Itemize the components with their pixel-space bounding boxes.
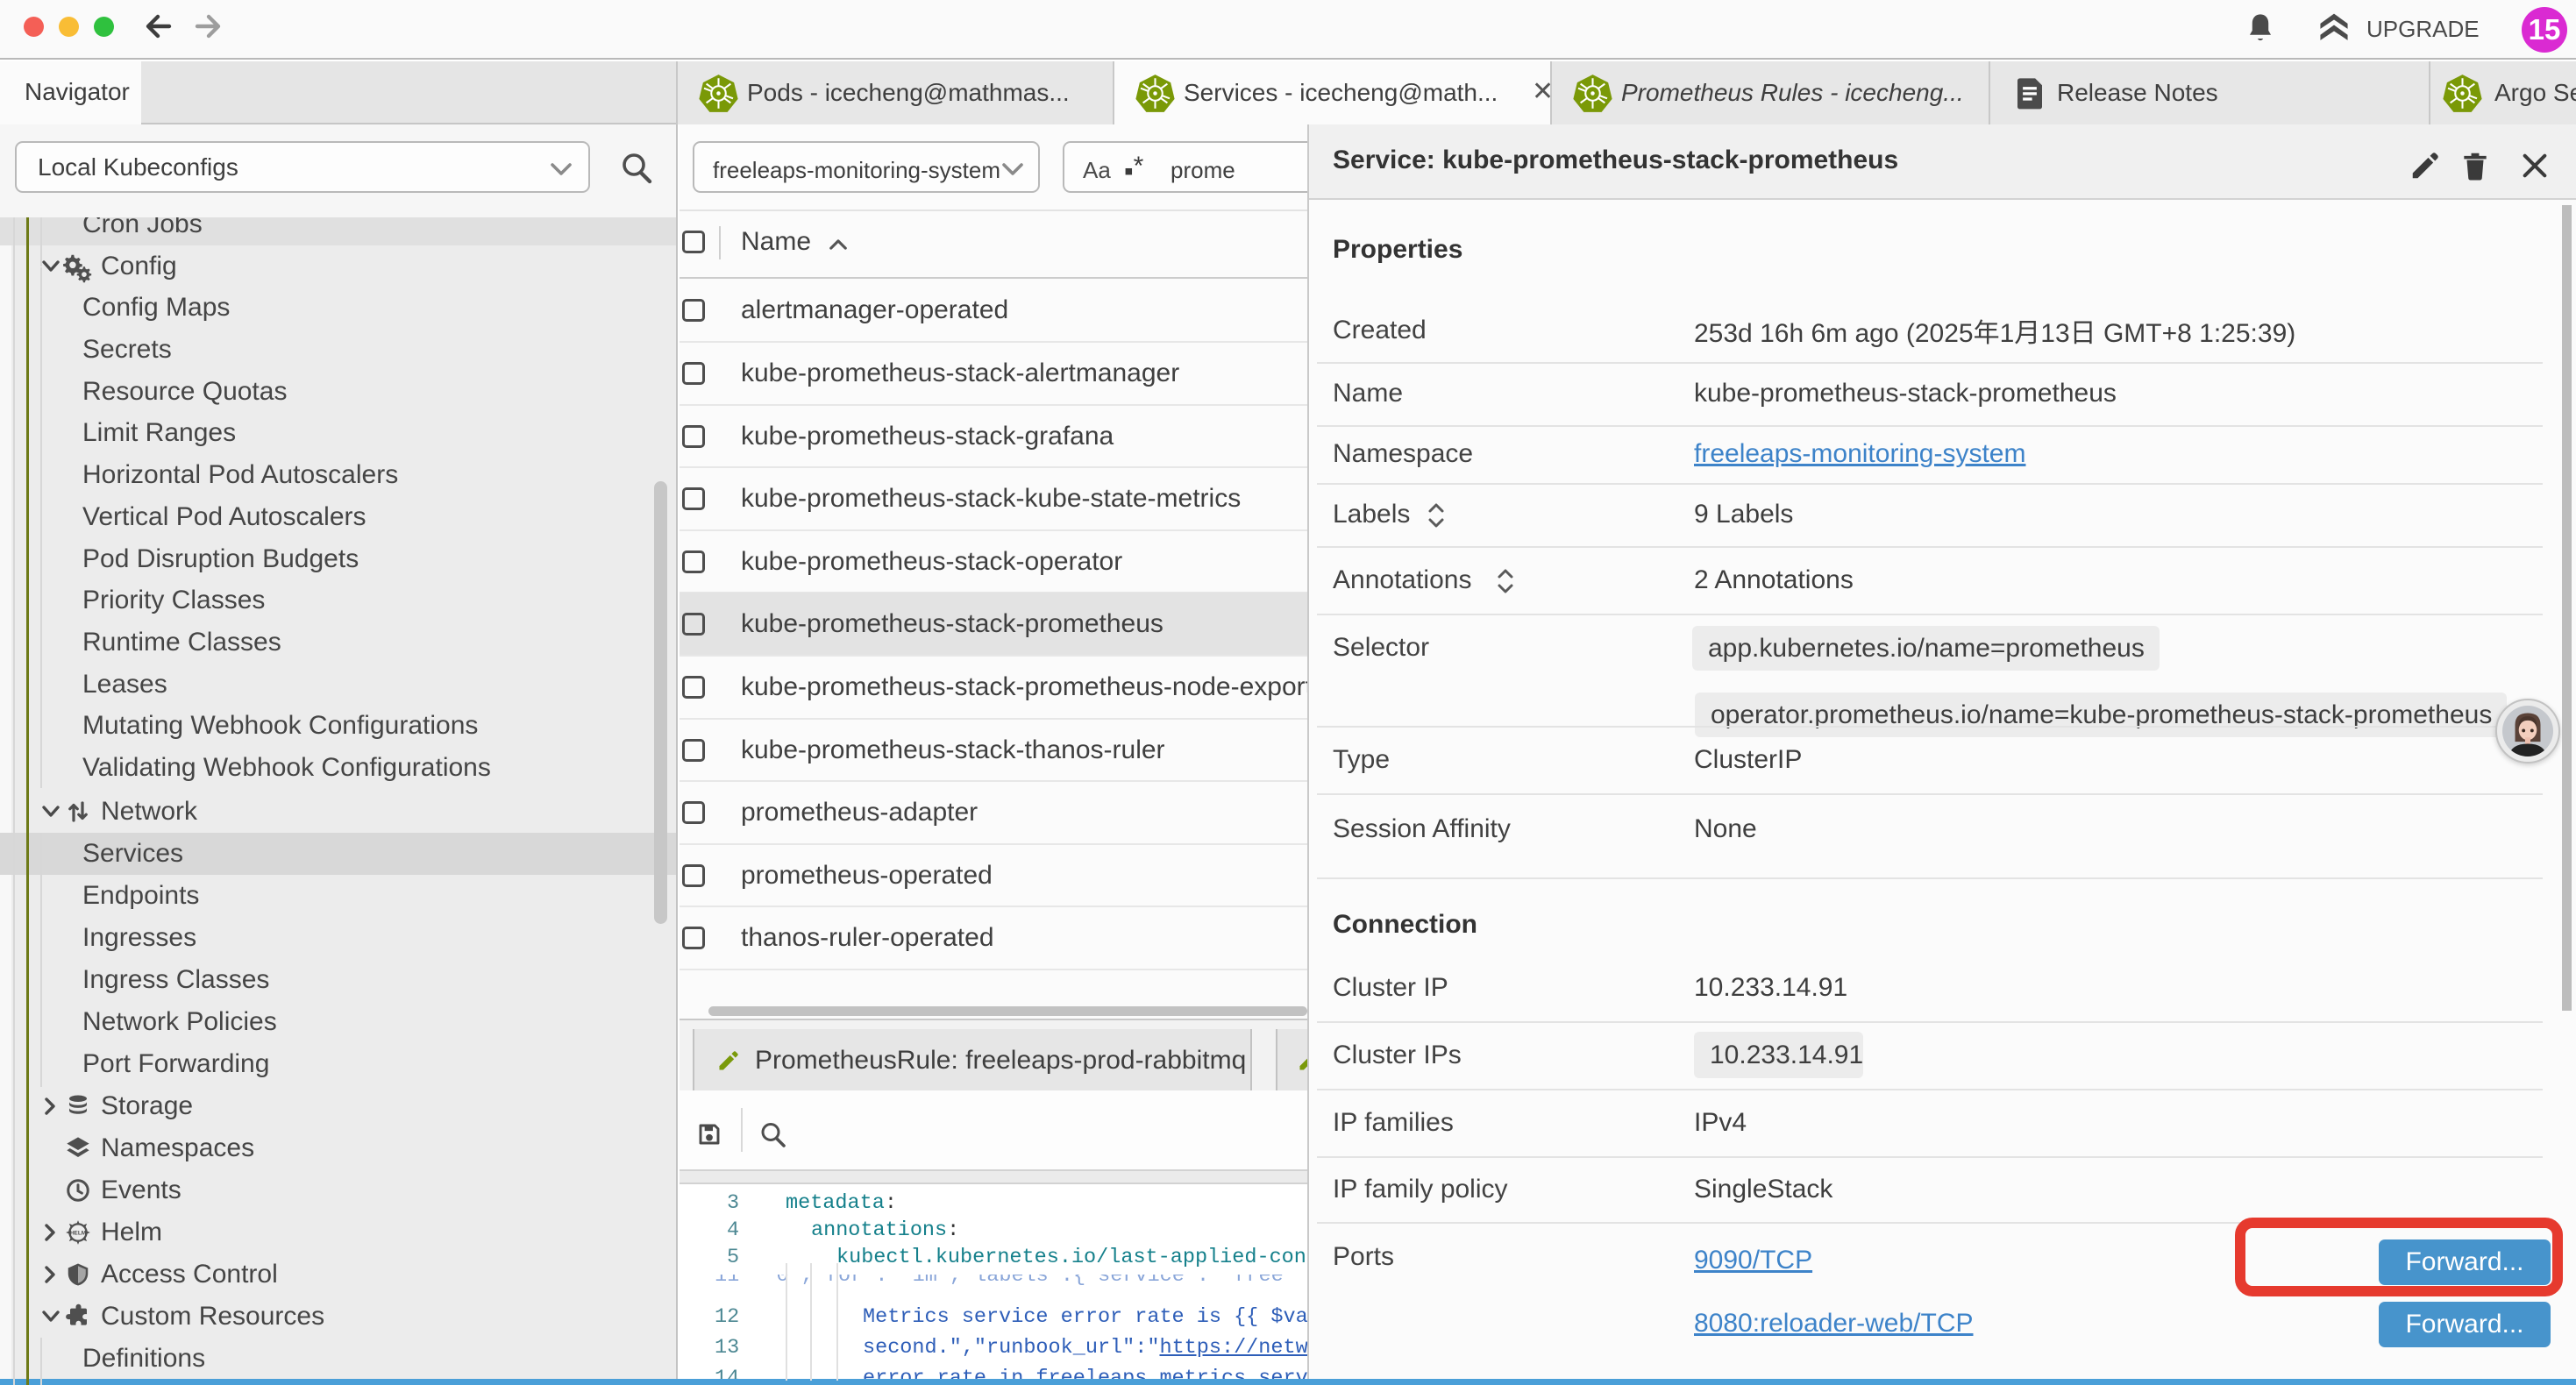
svg-text:HELM: HELM: [70, 1231, 86, 1237]
